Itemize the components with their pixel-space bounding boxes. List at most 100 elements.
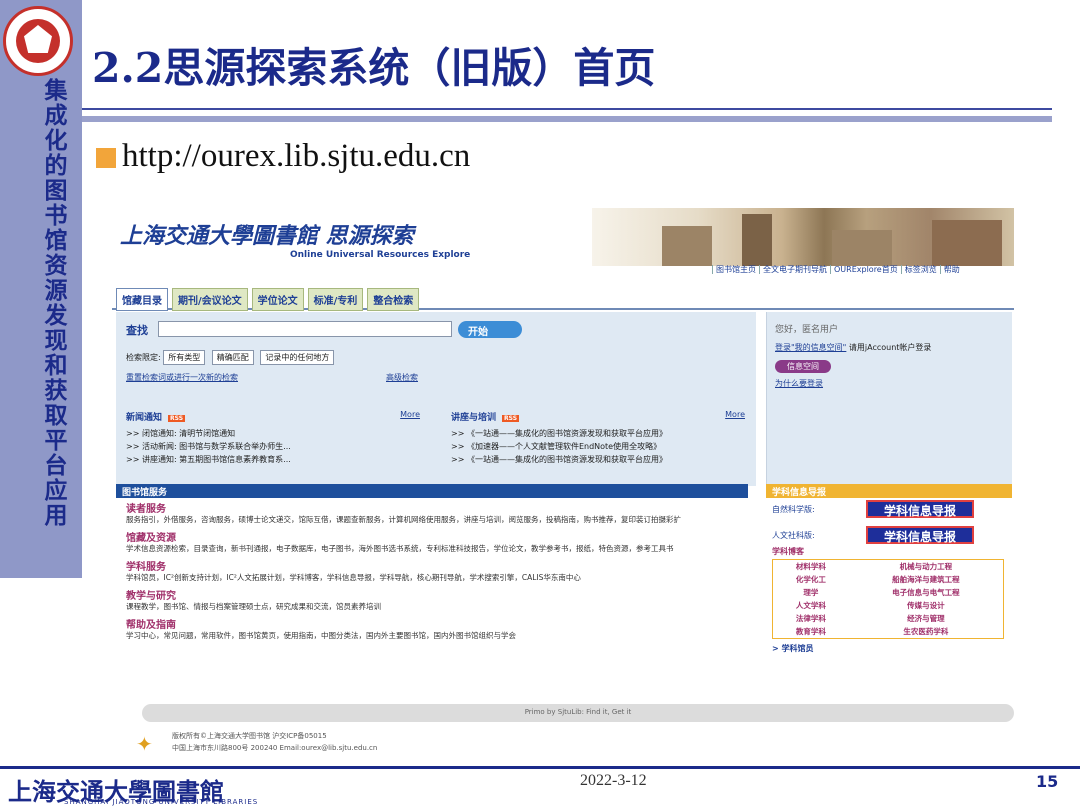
copyright: 版权所有©上海交通大学图书馆 沪交ICP备05015 中国上海市东川路800号 … bbox=[172, 730, 377, 754]
lecture-title: 讲座与培训 bbox=[451, 413, 497, 423]
tab-integrated[interactable]: 整合检索 bbox=[367, 288, 420, 311]
service-heading[interactable]: 帮助及指南 bbox=[126, 616, 738, 631]
advanced-search-link[interactable]: 高级检索 bbox=[386, 372, 418, 383]
news-item[interactable]: >> 活动新闻: 图书馆与数学系联合举办师生... bbox=[116, 440, 426, 453]
field-select[interactable]: 记录中的任何地方 bbox=[260, 350, 335, 365]
type-select[interactable]: 所有类型 bbox=[163, 350, 206, 365]
greeting: 您好，匿名用户 bbox=[775, 325, 839, 335]
subject-banner-hum[interactable]: 学科信息导报 bbox=[866, 526, 974, 544]
subject-link[interactable]: 生农医药学科 bbox=[849, 625, 1004, 639]
website-screenshot: 上海交通大學圖書館 思源探索 Online Universal Resource… bbox=[112, 208, 1014, 766]
subject-banner-nat[interactable]: 学科信息导报 bbox=[866, 500, 974, 518]
service-group: 读者服务 服务指引，外借服务，咨询服务，硕博士论文递交，馆际互借，课题查新服务，计… bbox=[116, 498, 748, 527]
subject-staff-link[interactable]: > 学科馆员 bbox=[766, 639, 1012, 658]
subject-link[interactable]: 人文学科 bbox=[773, 599, 849, 612]
hum-label: 人文社科版: bbox=[772, 531, 815, 540]
subject-panel: 学科信息导报 自然科学版: 学科信息导报 人文社科版: 学科信息导报 学科博客 材料… bbox=[766, 484, 1012, 684]
top-link[interactable]: 图书馆主页 bbox=[712, 265, 759, 274]
service-group: 馆藏及资源 学术信息资源检索，目录查询，新书刊通报，电子数据库，电子图书，海外图书… bbox=[116, 527, 748, 556]
lecture-more-link[interactable]: More bbox=[725, 410, 745, 419]
news-section: 新闻通知 RSS More >> 闭馆通知: 清明节闭馆通知 >> 活动新闻: 图… bbox=[116, 406, 756, 486]
subject-table: 材料学科 机械与动力工程 化学化工 船舶海洋与建筑工程 理学 电子信息与电气工程 人文… bbox=[772, 559, 1004, 639]
footer-library-logo-sub: SHANGHAI JIAOTONG UNIVERSITY LIBRARIES bbox=[64, 798, 259, 806]
service-heading[interactable]: 馆藏及资源 bbox=[126, 529, 738, 544]
service-links[interactable]: 课程教学，图书馆、情报与档案管理硕士点，研究成果和交流，馆员素养培训 bbox=[126, 602, 738, 612]
limit-label: 检索限定: bbox=[126, 353, 161, 362]
login-note: 请用jAccount帐户登录 bbox=[848, 343, 932, 352]
subject-link[interactable]: 化学化工 bbox=[773, 573, 849, 586]
subject-link[interactable]: 机械与动力工程 bbox=[849, 560, 1004, 574]
site-header: 上海交通大學圖書館 思源探索 Online Universal Resource… bbox=[112, 208, 1014, 278]
university-seal-logo bbox=[3, 6, 73, 76]
news-title: 新闻通知 bbox=[126, 413, 163, 423]
service-heading[interactable]: 教学与研究 bbox=[126, 587, 738, 602]
reset-link[interactable]: 重置检索词或进行一次新的检索 bbox=[126, 372, 238, 383]
subject-bar: 学科信息导报 bbox=[766, 484, 1012, 498]
search-button[interactable]: 开始 bbox=[458, 321, 522, 338]
news-more-link[interactable]: More bbox=[400, 410, 420, 419]
lecture-item[interactable]: >> 《加速器——个人文献管理软件EndNote使用全攻略》 bbox=[441, 440, 751, 453]
news-column: 新闻通知 RSS More >> 闭馆通知: 清明节闭馆通知 >> 活动新闻: 图… bbox=[116, 406, 426, 486]
subject-link[interactable]: 理学 bbox=[773, 586, 849, 599]
left-sidebar: 集成化的图书馆资源发现和获取平台应用 bbox=[0, 0, 82, 578]
login-link[interactable]: 登录"我的信息空间" bbox=[775, 343, 846, 352]
services-bar: 图书馆服务 bbox=[116, 484, 748, 498]
tab-journals[interactable]: 期刊/会议论文 bbox=[172, 288, 248, 311]
lecture-column: 讲座与培训 RSS More >> 《一站通——集成化的图书馆资源发现和获取平台应… bbox=[441, 406, 751, 486]
subject-blog-label: 学科博客 bbox=[772, 547, 804, 556]
tab-standards[interactable]: 标准/专利 bbox=[307, 288, 364, 311]
tab-theses[interactable]: 学位论文 bbox=[251, 288, 304, 311]
page-number: 15 bbox=[1036, 772, 1059, 791]
top-link[interactable]: 标签浏览 bbox=[900, 265, 940, 274]
search-tabs: 馆藏目录 期刊/会议论文 学位论文 标准/专利 整合检索 bbox=[112, 288, 1014, 311]
slide-title: 2.2思源探索系统（旧版）首页 bbox=[92, 44, 656, 92]
search-input[interactable] bbox=[158, 321, 452, 337]
nat-sci-row: 自然科学版: 学科信息导报 bbox=[766, 498, 1012, 518]
subject-link[interactable]: 传媒与设计 bbox=[849, 599, 1004, 612]
service-heading[interactable]: 学科服务 bbox=[126, 558, 738, 573]
subject-link[interactable]: 电子信息与电气工程 bbox=[849, 586, 1004, 599]
match-select[interactable]: 精确匹配 bbox=[211, 350, 254, 365]
service-links[interactable]: 学术信息资源检索，目录查询，新书刊通报，电子数据库，电子图书，海外图书选书系统，… bbox=[126, 544, 738, 554]
site-logo[interactable]: 上海交通大學圖書館 思源探索 bbox=[120, 218, 414, 250]
nat-sci-label: 自然科学版: bbox=[772, 505, 815, 514]
why-login-link[interactable]: 为什么要登录 bbox=[775, 378, 823, 389]
library-services: 图书馆服务 读者服务 服务指引，外借服务，咨询服务，硕博士论文递交，馆际互借，课题… bbox=[116, 484, 748, 684]
top-link[interactable]: OURExplore首页 bbox=[830, 265, 901, 274]
user-panel: 您好，匿名用户 登录"我的信息空间" 请用jAccount帐户登录 信息空间 为… bbox=[766, 312, 1012, 486]
slide-date: 2022-3-12 bbox=[580, 772, 647, 789]
url-text[interactable]: http://ourex.lib.sjtu.edu.cn bbox=[122, 138, 470, 175]
rss-icon[interactable]: RSS bbox=[502, 415, 520, 422]
footer-rule bbox=[0, 766, 1080, 769]
top-link[interactable]: 帮助 bbox=[939, 265, 963, 274]
address-line: 中国上海市东川路800号 200240 Email:ourex@lib.sjtu… bbox=[172, 744, 378, 752]
title-rule bbox=[82, 108, 1052, 110]
service-links[interactable]: 学科馆员，IC²创新支持计划，IC²人文拓展计划，学科博客，学科信息导报，学科导… bbox=[126, 573, 738, 583]
rss-icon[interactable]: RSS bbox=[168, 415, 186, 422]
lecture-item[interactable]: >> 《一站通——集成化的图书馆资源发现和获取平台应用》 bbox=[441, 427, 751, 440]
subject-link[interactable]: 经济与管理 bbox=[849, 612, 1004, 625]
search-panel: 查找 开始 检索限定: 所有类型 精确匹配 记录中的任何地方 重置检索词或进行一… bbox=[116, 312, 756, 406]
sidebar-vertical-title: 集成化的图书馆资源发现和获取平台应用 bbox=[44, 77, 68, 529]
search-limits: 检索限定: 所有类型 精确匹配 记录中的任何地方 bbox=[126, 350, 338, 365]
subject-link[interactable]: 教育学科 bbox=[773, 625, 849, 639]
title-rule-bar bbox=[82, 116, 1052, 122]
service-links[interactable]: 服务指引，外借服务，咨询服务，硕博士论文递交，馆际互借，课题查新服务，计算机网络… bbox=[126, 515, 738, 525]
service-links[interactable]: 学习中心，常见问题，常用软件，图书馆黄页，使用指南，中图分类法，国内外主要图书馆… bbox=[126, 631, 738, 641]
info-space-button[interactable]: 信息空间 bbox=[775, 360, 831, 373]
library-emblem-icon: ✦ bbox=[136, 732, 153, 756]
subject-link[interactable]: 法律学科 bbox=[773, 612, 849, 625]
tab-catalog[interactable]: 馆藏目录 bbox=[116, 288, 168, 311]
lecture-item[interactable]: >> 《一站通——集成化的图书馆资源发现和获取平台应用》 bbox=[441, 453, 751, 466]
subject-link[interactable]: 船舶海洋与建筑工程 bbox=[849, 573, 1004, 586]
news-item[interactable]: >> 闭馆通知: 清明节闭馆通知 bbox=[116, 427, 426, 440]
service-heading[interactable]: 读者服务 bbox=[126, 500, 738, 515]
site-logo-subtitle: Online Universal Resources Explore bbox=[290, 250, 471, 260]
service-group: 教学与研究 课程教学，图书馆、情报与档案管理硕士点，研究成果和交流，馆员素养培训 bbox=[116, 585, 748, 614]
campus-photo-banner bbox=[592, 208, 1014, 266]
subject-link[interactable]: 材料学科 bbox=[773, 560, 849, 574]
news-item[interactable]: >> 讲座通知: 第五期图书馆信息素养教育系... bbox=[116, 453, 426, 466]
service-group: 帮助及指南 学习中心，常见问题，常用软件，图书馆黄页，使用指南，中图分类法，国内外… bbox=[116, 614, 748, 643]
hum-row: 人文社科版: 学科信息导报 bbox=[766, 524, 1012, 544]
top-link[interactable]: 全文电子期刊导航 bbox=[759, 265, 830, 274]
